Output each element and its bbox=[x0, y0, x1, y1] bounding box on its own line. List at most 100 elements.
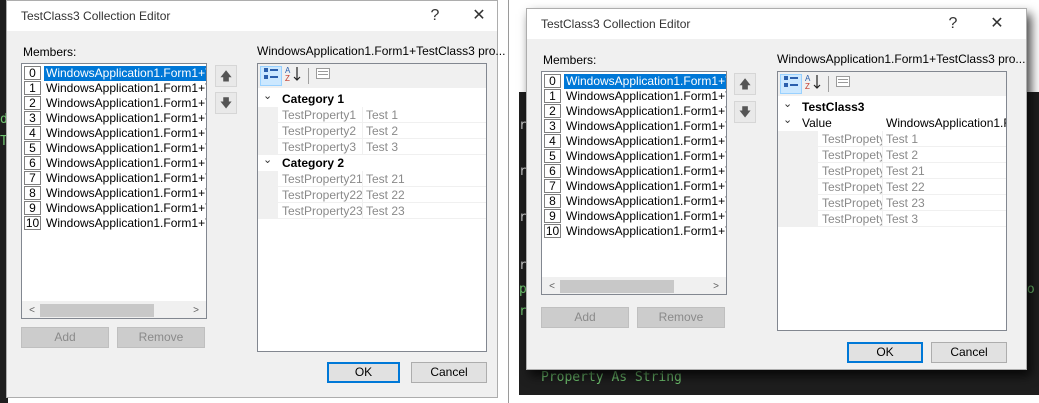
list-item[interactable]: 2 WindowsApplication1.Form1+Te bbox=[542, 104, 726, 119]
list-item[interactable]: 0 WindowsApplication1.Form1+Te bbox=[542, 74, 726, 89]
list-item[interactable]: 0 WindowsApplication1.Form1+Te bbox=[22, 66, 206, 81]
list-item-label: WindowsApplication1.Form1+Te bbox=[566, 164, 727, 178]
scroll-left-icon[interactable]: < bbox=[544, 280, 560, 293]
members-listbox[interactable]: 0 WindowsApplication1.Form1+Te 1 WindowsApp… bbox=[21, 63, 207, 319]
list-item[interactable]: 7 WindowsApplication1.Form1+Te bbox=[22, 171, 207, 186]
list-item[interactable]: 8 WindowsApplication1.Form1+Te bbox=[22, 186, 206, 201]
move-down-button[interactable]: 🡇 bbox=[215, 92, 237, 114]
category-row[interactable]: ⌄ Category 1 bbox=[258, 88, 486, 107]
column-divider bbox=[882, 195, 883, 211]
list-item[interactable]: 6 WindowsApplication1.Form1+Te bbox=[22, 156, 206, 171]
scroll-left-icon[interactable]: < bbox=[24, 304, 40, 317]
list-item[interactable]: 3 WindowsApplication1.Form1+Te bbox=[22, 111, 206, 126]
list-item[interactable]: 10 WindowsApplication1.Form1+Te bbox=[22, 216, 206, 231]
property-row[interactable]: TestProperty3 Test 3 bbox=[258, 139, 486, 155]
move-down-button[interactable]: 🡇 bbox=[734, 101, 756, 123]
column-divider bbox=[362, 171, 363, 187]
property-row[interactable]: TestPropety Test 1 bbox=[778, 131, 1006, 147]
property-row[interactable]: TestProperty23 Test 23 bbox=[258, 203, 486, 219]
value-row[interactable]: ⌄ Value WindowsApplication1.For bbox=[778, 112, 1006, 131]
members-listbox[interactable]: 0 WindowsApplication1.Form1+Te 1 WindowsApp… bbox=[541, 71, 727, 295]
add-button[interactable]: Add bbox=[21, 327, 109, 348]
ok-button[interactable]: OK bbox=[847, 342, 923, 363]
move-up-button[interactable]: 🡅 bbox=[215, 65, 237, 87]
property-row[interactable]: TestPropety Test 2 bbox=[778, 147, 1006, 163]
list-item[interactable]: 10 WindowsApplication1.Form1+Te bbox=[542, 224, 726, 239]
column-divider bbox=[362, 203, 363, 219]
cancel-button[interactable]: Cancel bbox=[411, 362, 487, 383]
scrollbar-thumb[interactable] bbox=[560, 280, 674, 293]
horizontal-scrollbar[interactable]: < > bbox=[22, 301, 206, 318]
chevron-down-icon[interactable]: ⌄ bbox=[783, 112, 792, 128]
property-grid[interactable]: AZ ⌄ Category 1 TestProperty1 Test 1 TestPro… bbox=[257, 63, 487, 352]
property-grid[interactable]: AZ ⌄ TestClass3 ⌄ Value WindowsApplication1.… bbox=[777, 71, 1007, 331]
row-margin bbox=[258, 123, 278, 139]
alphabetical-icon[interactable]: AZ bbox=[802, 74, 824, 94]
property-row[interactable]: TestPropety Test 23 bbox=[778, 195, 1006, 211]
category-row[interactable]: ⌄ TestClass3 bbox=[778, 96, 1006, 115]
list-item-index: 10 bbox=[544, 224, 561, 238]
property-name: TestProperty2 bbox=[282, 124, 357, 138]
add-button[interactable]: Add bbox=[541, 307, 629, 328]
list-item-index: 6 bbox=[24, 156, 41, 170]
list-item-label: WindowsApplication1.Form1+Te bbox=[564, 74, 726, 89]
property-row[interactable]: TestProperty21 Test 21 bbox=[258, 171, 486, 187]
category-row[interactable]: ⌄ Category 2 bbox=[258, 152, 486, 171]
property-row[interactable]: TestProperty2 Test 2 bbox=[258, 123, 486, 139]
property-row[interactable]: TestPropety Test 3 bbox=[778, 211, 1006, 227]
row-margin bbox=[778, 147, 818, 163]
alphabetical-icon[interactable]: AZ bbox=[282, 66, 304, 86]
svg-text:Z: Z bbox=[285, 74, 290, 82]
list-item-label: WindowsApplication1.Form1+Te bbox=[566, 119, 727, 133]
help-button[interactable]: ? bbox=[421, 5, 449, 27]
list-item[interactable]: 8 WindowsApplication1.Form1+Te bbox=[542, 194, 727, 209]
scrollbar-thumb[interactable] bbox=[40, 304, 154, 317]
remove-button[interactable]: Remove bbox=[117, 327, 205, 348]
chevron-down-icon[interactable]: ⌄ bbox=[263, 88, 272, 104]
list-item-label: WindowsApplication1.Form1+Te bbox=[566, 194, 727, 208]
remove-button[interactable]: Remove bbox=[637, 307, 725, 328]
list-item-label: WindowsApplication1.Form1+Te bbox=[46, 171, 207, 185]
property-row[interactable]: TestProperty1 Test 1 bbox=[258, 107, 486, 123]
list-item[interactable]: 9 WindowsApplication1.Form1+Te bbox=[542, 209, 726, 224]
list-item[interactable]: 6 WindowsApplication1.Form1+Te bbox=[542, 164, 727, 179]
categorized-icon[interactable] bbox=[780, 74, 802, 94]
list-item-index: 1 bbox=[544, 89, 561, 103]
list-item[interactable]: 2 WindowsApplication1.Form1+Te bbox=[22, 96, 207, 111]
chevron-down-icon[interactable]: ⌄ bbox=[263, 152, 272, 168]
help-button[interactable]: ? bbox=[939, 13, 967, 35]
svg-text:Z: Z bbox=[805, 82, 810, 90]
property-row[interactable]: TestPropety Test 21 bbox=[778, 163, 1006, 179]
property-pages-icon[interactable] bbox=[832, 74, 854, 94]
property-row[interactable]: TestProperty22 Test 22 bbox=[258, 187, 486, 203]
close-button[interactable]: ✕ bbox=[983, 13, 1011, 35]
list-item[interactable]: 5 WindowsApplication1.Form1+Te bbox=[542, 149, 726, 164]
chevron-down-icon[interactable]: ⌄ bbox=[783, 96, 792, 112]
list-item[interactable]: 4 WindowsApplication1.Form1+Te bbox=[542, 134, 726, 149]
property-row[interactable]: TestPropety Test 22 bbox=[778, 179, 1006, 195]
row-margin bbox=[258, 107, 278, 123]
categorized-icon[interactable] bbox=[260, 66, 282, 86]
list-item[interactable]: 1 WindowsApplication1.Form1+Te bbox=[542, 89, 726, 104]
move-up-button[interactable]: 🡅 bbox=[734, 73, 756, 95]
down-arrow-icon: 🡇 bbox=[738, 105, 752, 119]
cancel-button[interactable]: Cancel bbox=[931, 342, 1007, 363]
list-item[interactable]: 4 WindowsApplication1.Form1+Te bbox=[22, 126, 206, 141]
close-button[interactable]: ✕ bbox=[465, 5, 493, 27]
title-bar: TestClass3 Collection Editor ? ✕ bbox=[527, 9, 1026, 39]
list-item-index: 4 bbox=[24, 126, 41, 140]
horizontal-scrollbar[interactable]: < > bbox=[542, 277, 726, 294]
list-item[interactable]: 3 WindowsApplication1.Form1+Te bbox=[542, 119, 727, 134]
property-grid-body: ⌄ Category 1 TestProperty1 Test 1 TestProper… bbox=[258, 89, 486, 351]
list-item-label: WindowsApplication1.Form1+Te bbox=[46, 96, 207, 110]
list-item[interactable]: 7 WindowsApplication1.Form1+Te bbox=[542, 179, 726, 194]
row-margin bbox=[258, 171, 278, 187]
list-item[interactable]: 9 WindowsApplication1.Form1+Te bbox=[22, 201, 206, 216]
property-value: Test 1 bbox=[366, 108, 399, 122]
scroll-right-icon[interactable]: > bbox=[188, 304, 204, 317]
list-item[interactable]: 5 WindowsApplication1.Form1+Te bbox=[22, 141, 206, 156]
list-item[interactable]: 1 WindowsApplication1.Form1+Te bbox=[22, 81, 206, 96]
scroll-right-icon[interactable]: > bbox=[708, 280, 724, 293]
property-pages-icon[interactable] bbox=[312, 66, 334, 86]
ok-button[interactable]: OK bbox=[327, 362, 400, 383]
